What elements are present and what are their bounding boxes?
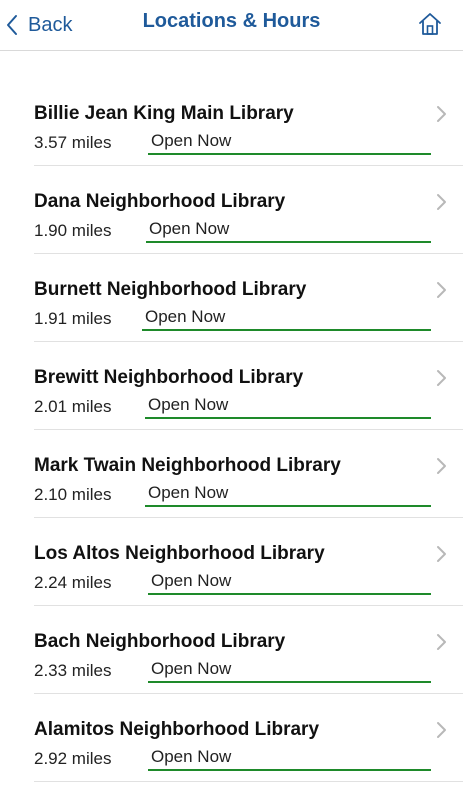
location-row[interactable]: Mark Twain Neighborhood Library 2.10 mil… xyxy=(34,430,463,518)
chevron-right-icon xyxy=(437,546,446,562)
locations-list: Billie Jean King Main Library 3.57 miles… xyxy=(0,78,463,782)
open-status-badge: Open Now xyxy=(148,747,431,771)
chevron-right-icon xyxy=(437,458,446,474)
location-distance: 2.10 miles xyxy=(34,485,112,504)
location-row[interactable]: Alamitos Neighborhood Library 2.92 miles… xyxy=(34,694,463,782)
location-row[interactable]: Brewitt Neighborhood Library 2.01 miles … xyxy=(34,342,463,430)
location-distance: 1.90 miles xyxy=(34,221,112,240)
location-name: Brewitt Neighborhood Library xyxy=(34,367,304,388)
chevron-right-icon xyxy=(437,722,446,738)
open-status-badge: Open Now xyxy=(145,395,431,419)
chevron-right-icon xyxy=(437,634,446,650)
open-status-badge: Open Now xyxy=(148,659,431,683)
location-row[interactable]: Los Altos Neighborhood Library 2.24 mile… xyxy=(34,518,463,606)
location-distance: 3.57 miles xyxy=(34,133,112,152)
chevron-right-icon xyxy=(437,370,446,386)
chevron-right-icon xyxy=(437,194,446,210)
navigation-bar: Back Locations & Hours xyxy=(0,0,463,51)
location-name: Burnett Neighborhood Library xyxy=(34,279,307,300)
location-name: Dana Neighborhood Library xyxy=(34,191,286,212)
open-status-badge: Open Now xyxy=(148,131,431,155)
location-name: Los Altos Neighborhood Library xyxy=(34,543,325,564)
location-row[interactable]: Bach Neighborhood Library 2.33 miles Ope… xyxy=(34,606,463,694)
location-distance: 2.01 miles xyxy=(34,397,112,416)
home-icon xyxy=(419,13,441,35)
location-distance: 2.33 miles xyxy=(34,661,112,680)
page-title: Locations & Hours xyxy=(142,10,321,32)
location-name: Bach Neighborhood Library xyxy=(34,631,286,652)
location-row[interactable]: Burnett Neighborhood Library 1.91 miles … xyxy=(34,254,463,342)
open-status-badge: Open Now xyxy=(142,307,431,331)
location-name: Alamitos Neighborhood Library xyxy=(34,719,320,740)
app-screen: Back Locations & Hours Billie Jean King … xyxy=(0,0,463,800)
open-status-badge: Open Now xyxy=(145,483,431,507)
home-button[interactable] xyxy=(417,11,443,37)
open-status-badge: Open Now xyxy=(148,571,431,595)
chevron-right-icon xyxy=(437,282,446,298)
location-name: Billie Jean King Main Library xyxy=(34,103,294,124)
row-divider xyxy=(34,781,463,782)
location-distance: 1.91 miles xyxy=(34,309,112,328)
location-distance: 2.24 miles xyxy=(34,573,112,592)
location-name: Mark Twain Neighborhood Library xyxy=(34,455,341,476)
location-row[interactable]: Dana Neighborhood Library 1.90 miles Ope… xyxy=(34,166,463,254)
chevron-right-icon xyxy=(437,106,446,122)
open-status-badge: Open Now xyxy=(146,219,431,243)
location-row[interactable]: Billie Jean King Main Library 3.57 miles… xyxy=(34,78,463,166)
location-distance: 2.92 miles xyxy=(34,749,112,768)
